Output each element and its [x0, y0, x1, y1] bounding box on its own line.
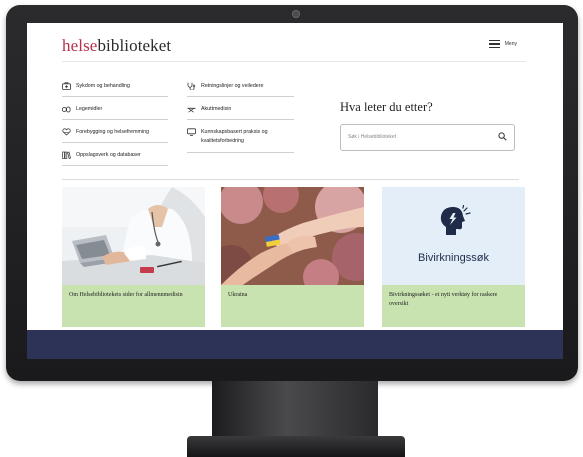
nav-label: Akuttmedisin [201, 106, 232, 112]
browser-viewport: helsebiblioteket Meny Sykdom og behandli… [27, 23, 563, 359]
nav-item-retningslinjer[interactable]: Retningslinjer og veiledere [187, 81, 294, 97]
nav-item-oppslagsverk[interactable]: Oppslagsverk og databaser [62, 150, 168, 166]
monitor-stand-base [187, 436, 405, 457]
medical-case-icon [62, 82, 76, 92]
monitor-icon [187, 128, 201, 138]
bivirkningssok-label: Bivirkningssøk [418, 252, 489, 264]
card-ukraina[interactable]: Ukraina [221, 187, 364, 327]
card-bivirkningssok[interactable]: Bivirkningssøk Bivirkningssøket - et nyt… [382, 187, 525, 327]
footer-band [27, 330, 563, 359]
search-icon[interactable] [498, 132, 507, 141]
stethoscope-icon [187, 82, 201, 92]
nav-label: Retningslinjer og veiledere [201, 83, 264, 89]
card-caption: Om Helsebibliotekets sider for allmennme… [62, 285, 205, 327]
webcam [292, 10, 300, 18]
nav-label: Kunnskapsbasert praksis og kvalitetsforbe… [201, 128, 268, 145]
doctor-at-laptop-photo [62, 187, 205, 285]
nav-label: Sykdom og behandling [76, 83, 130, 89]
card-caption: Ukraina [221, 285, 364, 327]
site-logo[interactable]: helsebiblioteket [62, 36, 171, 56]
nav-label: Legemidler [76, 106, 103, 112]
hands-ukraine-flag-photo [221, 187, 364, 285]
card-image-area: Bivirkningssøk [382, 187, 525, 285]
nav-item-akuttmedisin[interactable]: Akuttmedisin [187, 104, 294, 120]
head-alert-icon [440, 205, 471, 235]
section-divider [62, 179, 519, 180]
nav-label-line2: kvalitetsforbedring [201, 137, 244, 144]
nav-item-sykdom[interactable]: Sykdom og behandling [62, 81, 168, 97]
search-input[interactable]: Søk i Helsebiblioteket [340, 124, 515, 151]
nav-label: Oppslagsverk og databaser [76, 152, 141, 158]
nav-item-forebygging[interactable]: Forebygging og helsefremming [62, 127, 168, 143]
logo-part-biblioteket: biblioteket [97, 36, 172, 55]
search-placeholder: Søk i Helsebiblioteket [348, 134, 397, 140]
stretcher-icon [187, 105, 201, 115]
nav-item-kunnskapsbasert[interactable]: Kunnskapsbasert praksis og kvalitetsforbe… [187, 127, 294, 153]
menu-label: Meny [504, 41, 517, 47]
nav-label-line1: Kunnskapsbasert praksis og [201, 129, 268, 135]
card-allmennmedisin[interactable]: Om Helsebibliotekets sider for allmennme… [62, 187, 205, 327]
heart-hands-icon [62, 128, 76, 138]
menu-button[interactable]: Meny [488, 40, 517, 48]
nav-label: Forebygging og helsefremming [76, 129, 150, 135]
header-divider [62, 61, 526, 62]
logo-part-helse: helse [62, 36, 98, 55]
pills-icon [61, 105, 76, 115]
card-caption: Bivirkningssøket - et nytt verktøy for r… [382, 285, 525, 327]
nav-item-legemidler[interactable]: Legemidler [61, 104, 168, 120]
books-icon [62, 151, 76, 161]
monitor-stand-neck [212, 381, 378, 441]
hamburger-icon [488, 40, 500, 48]
search-heading: Hva leter du etter? [340, 100, 433, 114]
